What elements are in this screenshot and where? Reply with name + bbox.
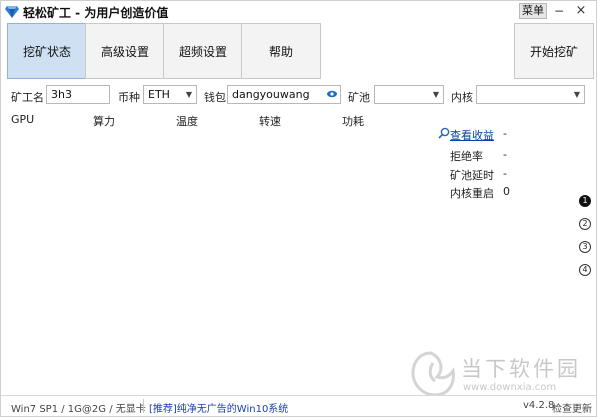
version-label: v4.2.8 xyxy=(523,400,555,411)
status-bar: Win7 SP1 / 1G@2G / 无显卡 [推荐]纯净无广告的Win10系统… xyxy=(1,395,596,416)
pool-select[interactable]: ▼ xyxy=(374,85,444,104)
wallet-value: dangyouwang xyxy=(232,88,310,101)
chevron-down-icon: ▼ xyxy=(573,90,580,99)
column-gpu: GPU xyxy=(11,113,35,126)
view-earnings-link[interactable]: 查看收益 xyxy=(450,127,494,143)
tab-label: 高级设置 xyxy=(100,44,149,59)
reject-rate-value: - xyxy=(503,148,507,161)
minimize-button[interactable]: − xyxy=(552,3,566,19)
column-temperature: 温度 xyxy=(176,115,198,128)
pool-label: 矿池 xyxy=(348,91,370,104)
worker-name-input[interactable]: 3h3 xyxy=(46,85,110,104)
column-hashrate: 算力 xyxy=(93,115,115,128)
worker-label: 矿工名 xyxy=(11,91,44,104)
pool-latency-value: - xyxy=(503,167,507,180)
kernel-select[interactable]: ▼ xyxy=(476,85,585,104)
tab-overclock-settings[interactable]: 超频设置 xyxy=(163,23,243,79)
column-fan-speed: 转速 xyxy=(259,115,281,128)
gpu-page-3[interactable]: 3 xyxy=(579,241,591,253)
chevron-down-icon: ▼ xyxy=(432,90,439,99)
kernel-label: 内核 xyxy=(451,91,473,104)
app-window: 轻松矿工 - 为用户创造价值 菜单 − × 挖矿状态 高级设置 超频设置 帮助 … xyxy=(0,0,597,417)
start-mining-button[interactable]: 开始挖矿 xyxy=(514,23,594,79)
pool-latency-label: 矿池延时 xyxy=(450,169,494,182)
kernel-restart-label: 内核重启 xyxy=(450,187,494,200)
coin-value: ETH xyxy=(148,88,170,101)
worker-name-value: 3h3 xyxy=(51,88,72,101)
tab-label: 超频设置 xyxy=(178,44,227,59)
column-power: 功耗 xyxy=(342,115,364,128)
title-bar: 轻松矿工 - 为用户创造价值 菜单 − × xyxy=(1,1,596,22)
tab-advanced-settings[interactable]: 高级设置 xyxy=(85,23,165,79)
tab-label: 挖矿状态 xyxy=(22,44,71,59)
menu-button[interactable]: 菜单 xyxy=(519,3,547,19)
gpu-page-2[interactable]: 2 xyxy=(579,218,591,230)
earnings-value: - xyxy=(503,127,507,140)
close-button[interactable]: × xyxy=(574,3,588,19)
divider xyxy=(143,399,144,413)
system-info: Win7 SP1 / 1G@2G / 无显卡 xyxy=(11,404,146,415)
promo-link[interactable]: [推荐]纯净无广告的Win10系统 xyxy=(149,400,288,415)
reject-rate-label: 拒绝率 xyxy=(450,150,483,163)
wallet-input[interactable]: dangyouwang xyxy=(227,85,341,104)
watermark-text: 当下软件园 xyxy=(461,357,581,381)
search-icon xyxy=(438,127,450,139)
diamond-logo-icon xyxy=(5,6,19,18)
window-title: 轻松矿工 - 为用户创造价值 xyxy=(23,6,169,20)
gpu-page-4[interactable]: 4 xyxy=(579,264,591,276)
check-update-link[interactable]: 检查更新 xyxy=(552,400,592,415)
start-mining-label: 开始挖矿 xyxy=(529,44,578,59)
chevron-down-icon: ▼ xyxy=(185,90,192,99)
gpu-page-1[interactable]: 1 xyxy=(579,195,591,207)
coin-select[interactable]: ETH ▼ xyxy=(143,85,197,104)
tab-mining-status[interactable]: 挖矿状态 xyxy=(7,23,87,79)
tab-label: 帮助 xyxy=(268,44,293,59)
watermark-url: www.downxia.com xyxy=(463,382,557,393)
tab-help[interactable]: 帮助 xyxy=(241,23,321,79)
wallet-label: 钱包 xyxy=(204,91,226,104)
kernel-restart-value: 0 xyxy=(503,185,510,198)
coin-label: 币种 xyxy=(118,91,140,104)
eye-icon[interactable] xyxy=(327,90,337,98)
